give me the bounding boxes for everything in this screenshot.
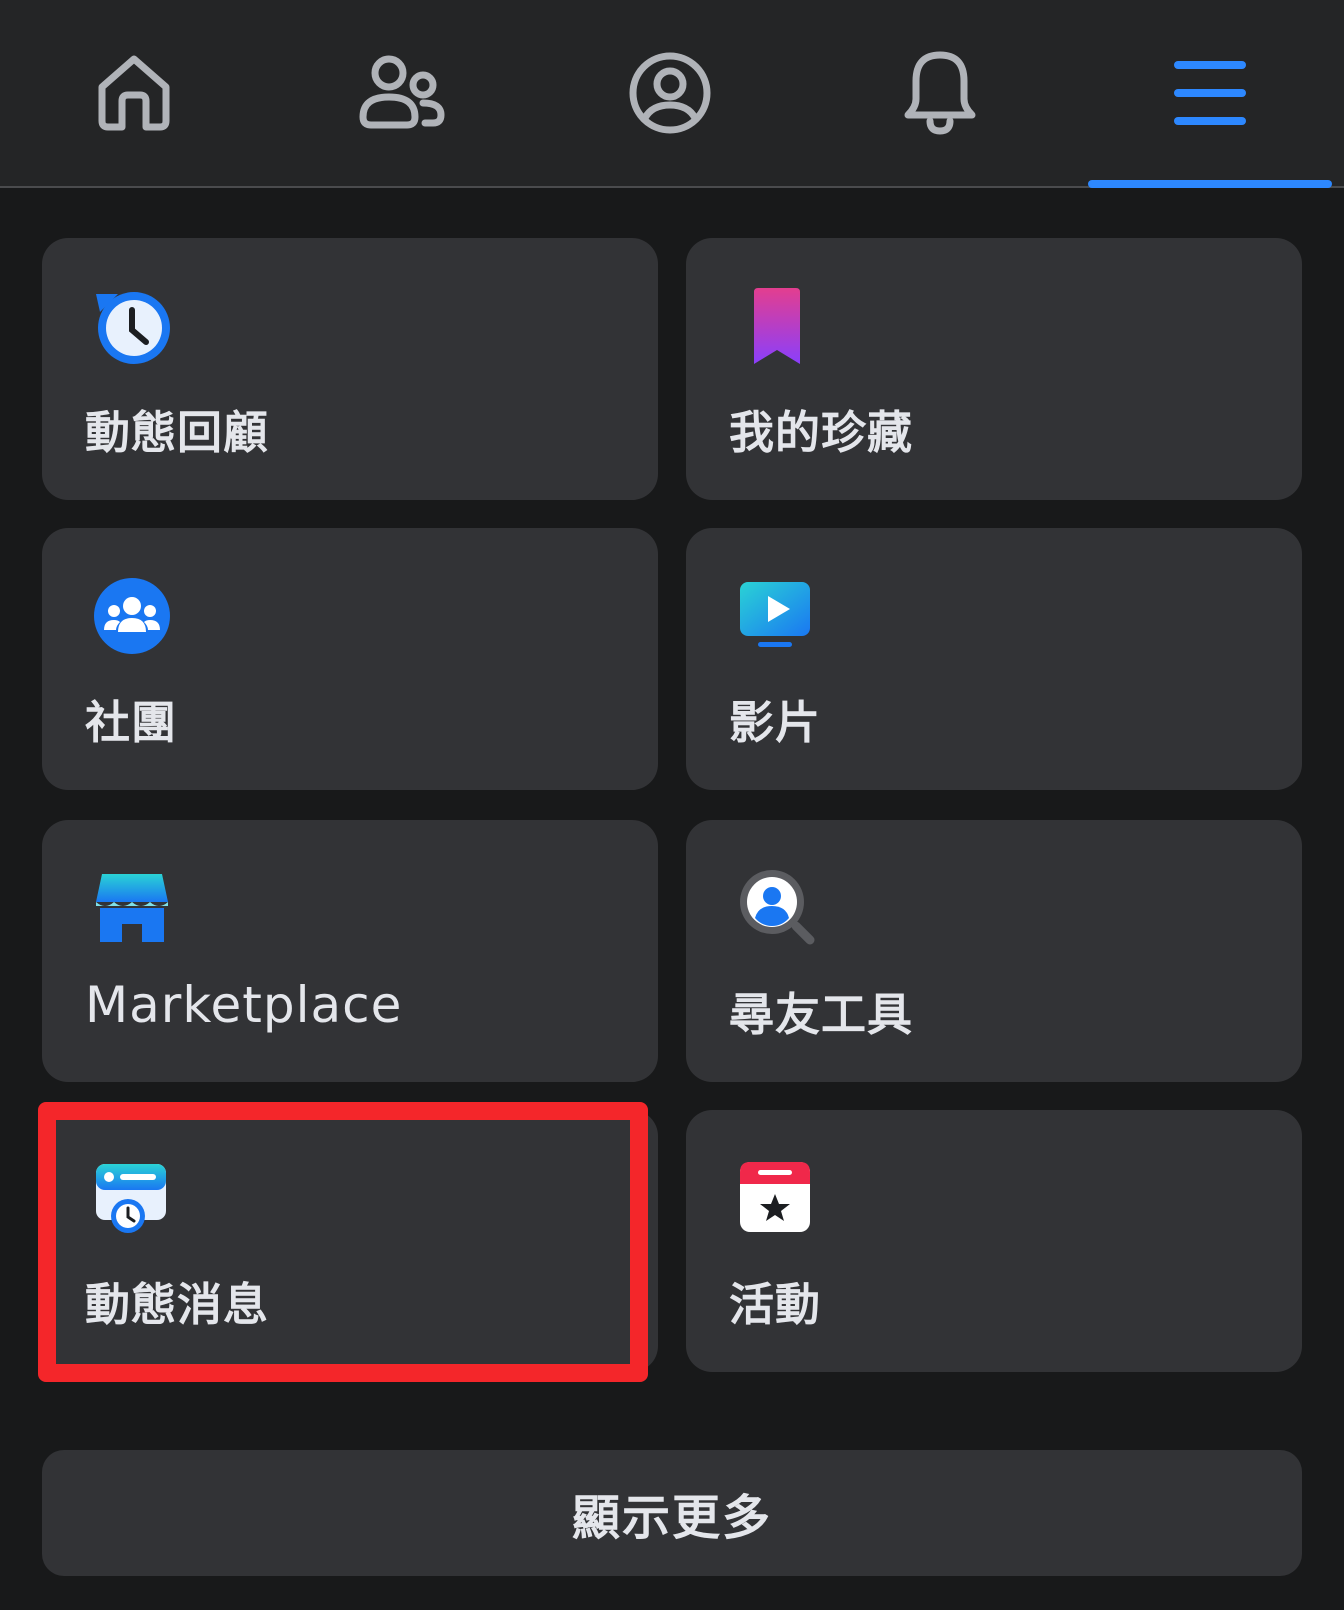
home-icon bbox=[92, 51, 176, 135]
profile-icon bbox=[628, 51, 712, 135]
events-calendar-star-icon bbox=[736, 1158, 816, 1238]
friends-icon bbox=[357, 51, 447, 135]
shortcut-find-friends[interactable]: 尋友工具 bbox=[686, 820, 1302, 1082]
groups-icon bbox=[92, 576, 172, 656]
marketplace-store-icon bbox=[92, 868, 172, 948]
shortcut-events[interactable]: 活動 bbox=[686, 1110, 1302, 1372]
shortcut-label: 活動 bbox=[729, 1278, 822, 1331]
shortcut-feeds[interactable]: 動態消息 bbox=[42, 1110, 658, 1372]
shortcut-label: 尋友工具 bbox=[729, 988, 914, 1041]
show-more-button[interactable]: 顯示更多 bbox=[42, 1450, 1302, 1576]
find-friends-search-icon bbox=[736, 868, 816, 948]
tab-friends[interactable] bbox=[268, 0, 536, 186]
shortcut-memories[interactable]: 動態回顧 bbox=[42, 238, 658, 500]
show-more-label: 顯示更多 bbox=[571, 1490, 772, 1546]
shortcut-marketplace[interactable]: Marketplace bbox=[42, 820, 658, 1082]
tab-menu[interactable] bbox=[1076, 0, 1344, 186]
video-play-icon bbox=[736, 576, 816, 656]
feeds-clock-card-icon bbox=[92, 1158, 172, 1238]
active-tab-indicator bbox=[1088, 180, 1332, 188]
shortcut-label: 動態消息 bbox=[85, 1278, 270, 1331]
shortcut-groups[interactable]: 社團 bbox=[42, 528, 658, 790]
bell-icon bbox=[900, 49, 980, 137]
saved-bookmark-icon bbox=[736, 286, 816, 366]
shortcut-label: 社團 bbox=[85, 696, 178, 749]
hamburger-menu-icon bbox=[1173, 58, 1247, 128]
shortcut-label: 影片 bbox=[729, 696, 822, 749]
top-navigation-bar bbox=[0, 0, 1344, 188]
tab-profile[interactable] bbox=[536, 0, 804, 186]
shortcut-saved[interactable]: 我的珍藏 bbox=[686, 238, 1302, 500]
tab-home[interactable] bbox=[0, 0, 268, 186]
shortcut-label: 動態回顧 bbox=[85, 406, 270, 459]
shortcut-label: 我的珍藏 bbox=[729, 406, 914, 459]
tab-notifications[interactable] bbox=[806, 0, 1074, 186]
memories-clock-icon bbox=[92, 286, 172, 366]
shortcut-label: Marketplace bbox=[85, 976, 403, 1034]
shortcut-video[interactable]: 影片 bbox=[686, 528, 1302, 790]
